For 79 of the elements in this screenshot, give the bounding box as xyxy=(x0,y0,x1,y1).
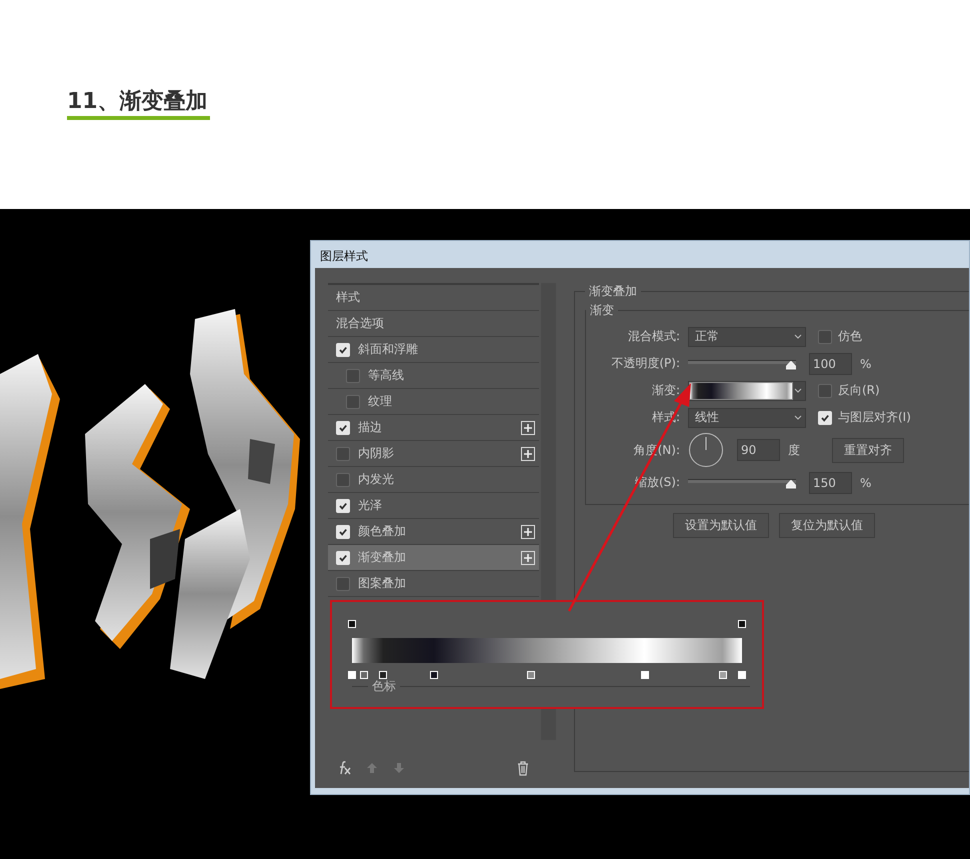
default-button[interactable]: 设置为默认值 xyxy=(673,513,769,538)
checkbox[interactable] xyxy=(818,330,832,344)
gradient-picker[interactable] xyxy=(688,380,806,400)
style-list-item[interactable]: 光泽 xyxy=(328,493,539,519)
field-label: 不透明度(P): xyxy=(610,355,680,372)
color-stop[interactable] xyxy=(430,671,438,679)
opacity-stop[interactable] xyxy=(348,620,356,628)
angle-dial[interactable] xyxy=(688,432,724,468)
unit-label: % xyxy=(860,476,872,490)
checkbox[interactable] xyxy=(818,384,832,398)
checkbox[interactable] xyxy=(336,576,350,590)
plus-icon[interactable] xyxy=(521,550,535,564)
style-label: 纹理 xyxy=(368,393,393,410)
style-list-item[interactable]: 描边 xyxy=(328,415,539,441)
style-list-item[interactable]: 斜面和浮雕 xyxy=(328,337,539,363)
color-stop[interactable] xyxy=(348,671,356,679)
plus-icon[interactable] xyxy=(521,446,535,460)
color-stop[interactable] xyxy=(738,671,746,679)
style-list-item[interactable]: 纹理 xyxy=(328,389,539,415)
check-icon xyxy=(338,552,348,562)
check-icon xyxy=(820,412,830,422)
check-icon xyxy=(338,422,348,432)
style-label: 样式 xyxy=(336,289,361,306)
style-list-item[interactable]: 样式 xyxy=(328,285,539,311)
style-list-item[interactable]: 图案叠加 xyxy=(328,571,539,597)
style-label: 内阴影 xyxy=(358,445,395,462)
blend-mode-dropdown[interactable]: 正常 xyxy=(688,326,806,346)
color-stop[interactable] xyxy=(360,671,368,679)
checkbox-label: 与图层对齐(I) xyxy=(838,409,911,426)
angle-input[interactable]: 90 xyxy=(737,439,780,461)
style-label: 光泽 xyxy=(358,497,383,514)
section-label: 色标 xyxy=(368,679,400,693)
opacity-stop[interactable] xyxy=(738,620,746,628)
style-list-item[interactable]: 渐变叠加 xyxy=(328,545,539,571)
field-label: 渐变: xyxy=(650,382,680,399)
color-stop[interactable] xyxy=(718,671,726,679)
checkbox[interactable] xyxy=(346,368,360,382)
scale-input[interactable]: 150 xyxy=(809,472,852,494)
style-label: 渐变叠加 xyxy=(358,549,407,566)
style-list-item[interactable]: 混合选项 xyxy=(328,311,539,337)
section-heading: 11、渐变叠加 xyxy=(67,88,210,120)
style-label: 图案叠加 xyxy=(358,575,407,592)
checkbox-label: 仿色 xyxy=(838,328,862,345)
plus-icon[interactable] xyxy=(521,420,535,434)
default-button[interactable]: 复位为默认值 xyxy=(779,513,875,538)
checkbox-label: 反向(R) xyxy=(838,382,880,399)
chevron-icon xyxy=(794,388,802,394)
check-icon xyxy=(338,344,348,354)
checkbox[interactable] xyxy=(336,472,350,486)
group-title: 渐变 xyxy=(589,302,615,319)
unit-label: 度 xyxy=(788,442,800,458)
window-title: 图层样式 xyxy=(319,248,369,265)
checkbox[interactable] xyxy=(346,394,360,408)
unit-label: % xyxy=(860,356,872,370)
color-stop[interactable] xyxy=(379,671,388,679)
style-dropdown[interactable]: 线性 xyxy=(688,408,806,428)
checkbox[interactable] xyxy=(336,446,350,460)
chevron-icon xyxy=(794,334,802,340)
color-stop[interactable] xyxy=(640,671,648,679)
check-icon xyxy=(338,500,348,510)
style-label: 颜色叠加 xyxy=(358,523,407,540)
style-list-item[interactable]: 等高线 xyxy=(328,363,539,389)
check-icon xyxy=(338,526,348,536)
chevron-icon xyxy=(794,414,802,420)
style-label: 混合选项 xyxy=(336,315,385,332)
style-label: 描边 xyxy=(358,419,383,436)
plus-icon[interactable] xyxy=(521,524,535,538)
gradient-bar[interactable] xyxy=(352,638,742,663)
style-label: 内发光 xyxy=(358,471,395,488)
style-label: 斜面和浮雕 xyxy=(358,341,419,358)
trash-icon[interactable] xyxy=(516,760,530,776)
color-stop[interactable] xyxy=(527,671,536,679)
style-list-item[interactable]: 内阴影 xyxy=(328,441,539,467)
style-label: 等高线 xyxy=(368,367,405,384)
style-list-item[interactable]: 内发光 xyxy=(328,467,539,493)
panel-title: 渐变叠加 xyxy=(588,283,638,300)
reset-align-button[interactable]: 重置对齐 xyxy=(832,438,904,462)
opacity-input[interactable]: 100 xyxy=(809,352,852,374)
field-label: 混合模式: xyxy=(626,328,680,345)
